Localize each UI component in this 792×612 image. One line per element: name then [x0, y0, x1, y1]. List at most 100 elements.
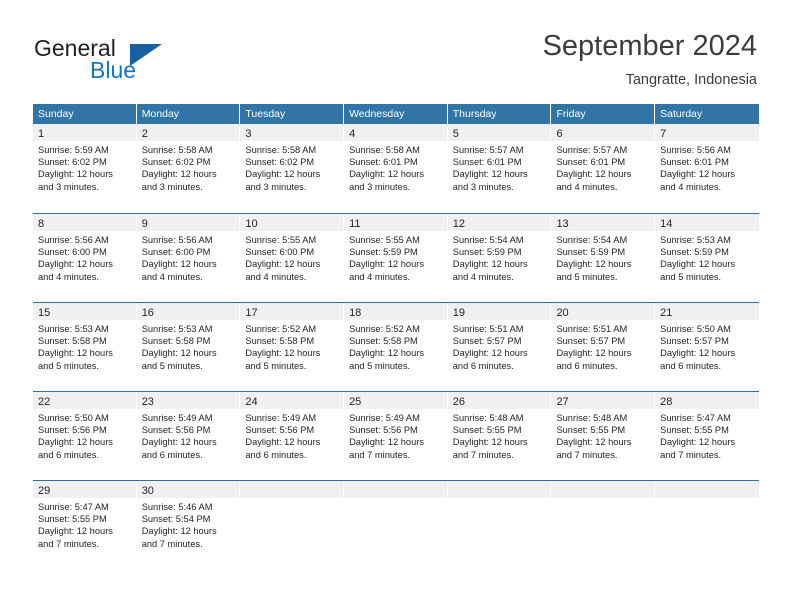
day-cell[interactable]: 2 Sunrise: 5:58 AM Sunset: 6:02 PM Daylight…	[136, 124, 241, 212]
sunrise-line: Sunrise: 5:49 AM	[141, 413, 213, 423]
day-cell[interactable]: 10 Sunrise: 5:55 AM Sunset: 6:00 PM Dayligh…	[240, 214, 345, 302]
day-number: 22	[38, 396, 51, 408]
day-number-band: 7	[655, 124, 759, 141]
sunset-line: Sunset: 6:01 PM	[556, 157, 626, 168]
day-cell[interactable]: 27 Sunrise: 5:48 AM Sunset: 5:55 PM Dayligh…	[551, 392, 656, 480]
day-number: 12	[452, 218, 465, 230]
day-number: 1	[38, 128, 45, 140]
day-cell[interactable]: 25 Sunrise: 5:49 AM Sunset: 5:56 PM Dayligh…	[344, 392, 448, 480]
day-details: Sunrise: 5:48 AM Sunset: 5:55 PM Daylight:…	[448, 409, 551, 461]
sunrise-line: Sunrise: 5:47 AM	[38, 502, 109, 512]
day-number: 19	[452, 307, 465, 319]
day-cell[interactable]: 23 Sunrise: 5:49 AM Sunset: 5:56 PM Dayligh…	[136, 392, 241, 480]
week-row: 15 Sunrise: 5:53 AM Sunset: 5:58 PM Dayligh…	[33, 302, 759, 391]
daylight-line-2: and 6 minutes.	[452, 360, 514, 371]
sunset-line: Sunset: 5:57 PM	[452, 336, 522, 347]
day-cell[interactable]: 21 Sunrise: 5:50 AM Sunset: 5:57 PM Dayligh…	[655, 303, 759, 391]
day-cell[interactable]: 9 Sunrise: 5:56 AM Sunset: 6:00 PM Daylight…	[136, 214, 241, 302]
sunset-line: Sunset: 6:01 PM	[660, 157, 729, 168]
daylight-line-1: Daylight: 12 hours	[141, 348, 217, 359]
sunset-line: Sunset: 5:55 PM	[556, 425, 626, 436]
daylight-line-2: and 6 minutes.	[245, 449, 307, 460]
day-cell[interactable]: 3 Sunrise: 5:58 AM Sunset: 6:02 PM Daylight…	[240, 124, 345, 212]
sunset-line: Sunset: 6:01 PM	[452, 157, 522, 168]
day-cell[interactable]: 16 Sunrise: 5:53 AM Sunset: 5:58 PM Dayligh…	[136, 303, 241, 391]
day-number-band: 23	[136, 392, 240, 409]
calendar-grid: Sunday Monday Tuesday Wednesday Thursday…	[33, 104, 759, 569]
day-details: Sunrise: 5:51 AM Sunset: 5:57 PM Daylight:…	[551, 320, 654, 372]
daylight-line-1: Daylight: 12 hours	[245, 348, 321, 359]
day-cell[interactable]: 12 Sunrise: 5:54 AM Sunset: 5:59 PM Dayligh…	[447, 214, 552, 302]
sunset-line: Sunset: 5:57 PM	[660, 336, 729, 347]
daylight-line-1: Daylight: 12 hours	[452, 169, 528, 180]
sunset-line: Sunset: 6:00 PM	[141, 247, 211, 258]
sunset-line: Sunset: 5:56 PM	[349, 425, 418, 436]
sunrise-line: Sunrise: 5:57 AM	[556, 145, 628, 155]
sunrise-line: Sunrise: 5:52 AM	[349, 324, 420, 334]
daylight-line-2: and 7 minutes.	[38, 538, 99, 549]
day-number: 20	[556, 307, 569, 319]
day-cell[interactable]: 24 Sunrise: 5:49 AM Sunset: 5:56 PM Dayligh…	[240, 392, 345, 480]
sunrise-line: Sunrise: 5:55 AM	[349, 235, 420, 245]
day-cell[interactable]: 7 Sunrise: 5:56 AM Sunset: 6:01 PM Daylight…	[655, 124, 759, 212]
day-number-band: 3	[240, 124, 344, 141]
day-number-band: 21	[655, 303, 759, 320]
day-details: Sunrise: 5:56 AM Sunset: 6:00 PM Daylight:…	[137, 231, 240, 283]
day-cell[interactable]: 17 Sunrise: 5:52 AM Sunset: 5:58 PM Dayligh…	[240, 303, 345, 391]
day-cell[interactable]: 1 Sunrise: 5:59 AM Sunset: 6:02 PM Daylight…	[33, 124, 137, 212]
day-cell[interactable]: 14 Sunrise: 5:53 AM Sunset: 5:59 PM Dayligh…	[655, 214, 759, 302]
page-title: September 2024	[542, 30, 757, 62]
daylight-line-1: Daylight: 12 hours	[452, 259, 528, 270]
day-cell[interactable]: 30 Sunrise: 5:46 AM Sunset: 5:54 PM Dayligh…	[136, 481, 241, 569]
daylight-line-1: Daylight: 12 hours	[245, 437, 321, 448]
day-number: 13	[556, 218, 569, 230]
day-number: 17	[245, 307, 258, 319]
day-number: 23	[141, 396, 154, 408]
daylight-line-1: Daylight: 12 hours	[349, 169, 424, 180]
day-cell[interactable]: 13 Sunrise: 5:54 AM Sunset: 5:59 PM Dayligh…	[551, 214, 656, 302]
daylight-line-2: and 7 minutes.	[660, 449, 722, 460]
day-number: 25	[349, 396, 362, 408]
day-number: 29	[38, 485, 51, 497]
daylight-line-1: Daylight: 12 hours	[349, 259, 424, 270]
day-details: Sunrise: 5:49 AM Sunset: 5:56 PM Daylight:…	[344, 409, 447, 461]
daylight-line-2: and 6 minutes.	[38, 449, 99, 460]
day-details: Sunrise: 5:49 AM Sunset: 5:56 PM Daylight:…	[240, 409, 343, 461]
logo-text-blue: Blue	[90, 57, 137, 83]
day-number-band: 17	[240, 303, 344, 320]
daylight-line-1: Daylight: 12 hours	[660, 348, 736, 359]
day-cell[interactable]: 6 Sunrise: 5:57 AM Sunset: 6:01 PM Daylight…	[551, 124, 656, 212]
daylight-line-2: and 5 minutes.	[141, 360, 203, 371]
day-number-band: 2	[136, 124, 240, 141]
day-number-band: 10	[240, 214, 344, 231]
day-details: Sunrise: 5:57 AM Sunset: 6:01 PM Daylight:…	[551, 141, 654, 193]
weekday-header-thursday: Thursday	[447, 104, 552, 124]
day-cell[interactable]: 15 Sunrise: 5:53 AM Sunset: 5:58 PM Dayligh…	[33, 303, 137, 391]
day-number: 26	[452, 396, 465, 408]
sunset-line: Sunset: 5:59 PM	[452, 247, 522, 258]
day-cell[interactable]: 19 Sunrise: 5:51 AM Sunset: 5:57 PM Dayligh…	[447, 303, 552, 391]
general-blue-logo[interactable]: General Blue	[34, 36, 214, 88]
day-cell[interactable]: 8 Sunrise: 5:56 AM Sunset: 6:00 PM Daylight…	[33, 214, 137, 302]
sunset-line: Sunset: 6:02 PM	[141, 157, 211, 168]
day-cell[interactable]: 4 Sunrise: 5:58 AM Sunset: 6:01 PM Daylight…	[344, 124, 448, 212]
weekday-header-friday: Friday	[551, 104, 656, 124]
day-cell[interactable]: 26 Sunrise: 5:48 AM Sunset: 5:55 PM Dayligh…	[447, 392, 552, 480]
sunrise-line: Sunrise: 5:51 AM	[452, 324, 524, 334]
day-cell[interactable]: 11 Sunrise: 5:55 AM Sunset: 5:59 PM Dayligh…	[344, 214, 448, 302]
calendar-page: General Blue September 2024 Tangratte, I…	[0, 0, 792, 612]
day-cell[interactable]: 18 Sunrise: 5:52 AM Sunset: 5:58 PM Dayligh…	[344, 303, 448, 391]
day-cell[interactable]: 29 Sunrise: 5:47 AM Sunset: 5:55 PM Dayligh…	[33, 481, 137, 569]
day-cell-empty	[447, 481, 552, 569]
day-number: 6	[556, 128, 563, 140]
daylight-line-1: Daylight: 12 hours	[38, 169, 113, 180]
daylight-line-1: Daylight: 12 hours	[245, 259, 321, 270]
day-cell[interactable]: 28 Sunrise: 5:47 AM Sunset: 5:55 PM Dayligh…	[655, 392, 759, 480]
day-cell[interactable]: 20 Sunrise: 5:51 AM Sunset: 5:57 PM Dayligh…	[551, 303, 656, 391]
daylight-line-2: and 7 minutes.	[141, 538, 203, 549]
day-cell[interactable]: 5 Sunrise: 5:57 AM Sunset: 6:01 PM Daylight…	[447, 124, 552, 212]
sunrise-line: Sunrise: 5:52 AM	[245, 324, 317, 334]
day-cell[interactable]: 22 Sunrise: 5:50 AM Sunset: 5:56 PM Dayligh…	[33, 392, 137, 480]
day-number-band: 19	[447, 303, 551, 320]
daylight-line-2: and 7 minutes.	[349, 449, 411, 460]
